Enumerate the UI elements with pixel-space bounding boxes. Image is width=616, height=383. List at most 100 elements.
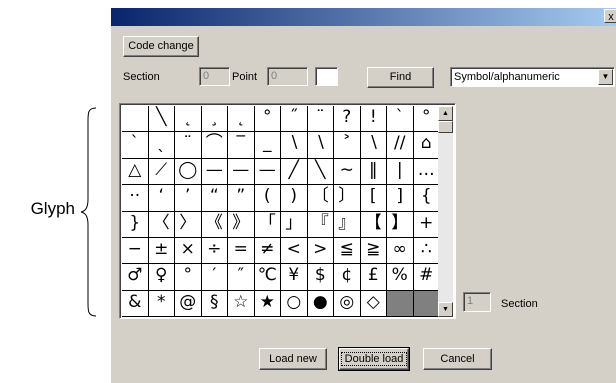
glyph-cell[interactable]: #: [413, 264, 440, 291]
glyph-cell[interactable]: >: [307, 237, 334, 265]
glyph-cell[interactable]: ∴: [413, 237, 440, 265]
glyph-cell[interactable]: 「: [254, 211, 281, 238]
glyph-cell[interactable]: °: [413, 106, 440, 133]
glyph-cell[interactable]: ˋ: [122, 132, 149, 159]
glyph-cell[interactable]: [122, 106, 149, 133]
glyph-cell[interactable]: £: [360, 264, 387, 291]
glyph-cell[interactable]: 》: [228, 211, 255, 238]
glyph-scrollbar[interactable]: ▲ ▼: [438, 106, 453, 317]
scroll-up-icon[interactable]: ▲: [438, 106, 453, 121]
glyph-cell[interactable]: ◯: [175, 158, 202, 186]
glyph-cell[interactable]: 〔: [307, 185, 334, 212]
glyph-cell[interactable]: _: [254, 132, 281, 159]
glyph-cell[interactable]: &: [122, 290, 149, 317]
cancel-button[interactable]: Cancel: [423, 348, 492, 370]
glyph-cell[interactable]: 〈: [148, 211, 175, 238]
glyph-cell[interactable]: $: [307, 264, 334, 291]
point-field[interactable]: 0: [267, 67, 308, 86]
glyph-cell[interactable]: °: [254, 106, 281, 133]
glyph-cell[interactable]: ]: [387, 185, 414, 212]
page-field[interactable]: 1: [463, 292, 491, 312]
glyph-cell[interactable]: ¸: [201, 106, 228, 133]
glyph-cell[interactable]: —: [254, 158, 281, 186]
glyph-cell[interactable]: ˃: [334, 132, 361, 159]
glyph-cell[interactable]: ): [281, 185, 308, 212]
glyph-cell[interactable]: ¢: [334, 264, 361, 291]
glyph-cell[interactable]: 】: [387, 211, 414, 238]
glyph-cell[interactable]: ′: [201, 264, 228, 291]
glyph-cell[interactable]: |: [387, 158, 414, 186]
glyph-cell[interactable]: 」: [281, 211, 308, 238]
glyph-cell[interactable]: }: [122, 211, 149, 238]
glyph-cell[interactable]: 《: [201, 211, 228, 238]
glyph-cell[interactable]: ?: [334, 106, 361, 133]
glyph-cell[interactable]: ∖: [307, 132, 334, 159]
find-button[interactable]: Find: [367, 67, 434, 88]
glyph-cell[interactable]: 『: [307, 211, 334, 238]
glyph-cell[interactable]: °: [175, 264, 202, 291]
glyph-cell[interactable]: ¥: [281, 264, 308, 291]
glyph-cell[interactable]: ●: [307, 290, 334, 317]
glyph-cell[interactable]: ℃: [254, 264, 281, 291]
glyph-cell[interactable]: ”: [228, 185, 255, 212]
glyph-cell[interactable]: %: [387, 264, 414, 291]
glyph-cell[interactable]: §: [201, 290, 228, 317]
glyph-cell[interactable]: !: [360, 106, 387, 133]
glyph-cell[interactable]: ╱: [281, 158, 308, 186]
scroll-thumb[interactable]: [438, 121, 453, 133]
glyph-cell[interactable]: ∞: [387, 237, 414, 265]
glyph-cell[interactable]: ‖: [360, 158, 387, 186]
glyph-cell[interactable]: ˋ: [387, 106, 414, 133]
glyph-cell[interactable]: ≦: [334, 237, 361, 265]
glyph-cell[interactable]: ⌂: [413, 132, 440, 159]
glyph-cell[interactable]: {: [413, 185, 440, 212]
glyph-cell[interactable]: ∖: [281, 132, 308, 159]
glyph-cell[interactable]: ±: [148, 237, 175, 265]
glyph-cell[interactable]: @: [175, 290, 202, 317]
load-new-button[interactable]: Load new: [259, 348, 327, 370]
glyph-cell[interactable]: ♂: [122, 264, 149, 291]
close-button[interactable]: x: [604, 9, 616, 23]
glyph-cell[interactable]: =: [228, 237, 255, 265]
glyph-cell[interactable]: ☆: [228, 290, 255, 317]
glyph-cell[interactable]: (: [254, 185, 281, 212]
glyph-cell[interactable]: ˝: [281, 106, 308, 133]
glyph-cell[interactable]: ◎: [334, 290, 361, 317]
glyph-cell[interactable]: ¨: [307, 106, 334, 133]
glyph-cell[interactable]: 〉: [175, 211, 202, 238]
code-change-button[interactable]: Code change: [123, 36, 199, 57]
glyph-cell[interactable]: −: [122, 237, 149, 265]
glyph-cell[interactable]: [413, 290, 440, 317]
glyph-cell[interactable]: ‾: [228, 132, 255, 159]
scroll-down-icon[interactable]: ▼: [438, 302, 453, 317]
glyph-cell[interactable]: …: [413, 158, 440, 186]
glyph-cell[interactable]: ˛: [175, 106, 202, 133]
glyph-cell[interactable]: <: [281, 237, 308, 265]
glyph-cell[interactable]: ╲: [148, 106, 175, 133]
glyph-cell[interactable]: ˛: [228, 106, 255, 133]
glyph-cell[interactable]: 』: [334, 211, 361, 238]
glyph-cell[interactable]: ◇: [360, 290, 387, 317]
glyph-cell[interactable]: △: [122, 158, 149, 186]
glyph-cell[interactable]: ″: [228, 264, 255, 291]
glyph-cell[interactable]: ÷: [201, 237, 228, 265]
glyph-cell[interactable]: “: [201, 185, 228, 212]
glyph-cell[interactable]: ≠: [254, 237, 281, 265]
glyph-cell[interactable]: ╲: [307, 158, 334, 186]
glyph-cell[interactable]: ○: [281, 290, 308, 317]
glyph-cell[interactable]: 【: [360, 211, 387, 238]
glyph-cell[interactable]: ♀: [148, 264, 175, 291]
charset-select[interactable]: Symbol/alphanumeric ▼: [450, 67, 615, 87]
glyph-cell[interactable]: ×: [175, 237, 202, 265]
glyph-cell[interactable]: ¨: [175, 132, 202, 159]
glyph-cell[interactable]: ··: [122, 185, 149, 212]
glyph-cell[interactable]: ’: [175, 185, 202, 212]
section-field[interactable]: 0: [199, 67, 230, 86]
glyph-cell[interactable]: ˎ: [148, 132, 175, 159]
glyph-cell[interactable]: [387, 290, 414, 317]
glyph-cell[interactable]: *: [148, 290, 175, 317]
glyph-cell[interactable]: ∖: [360, 132, 387, 159]
glyph-cell[interactable]: [: [360, 185, 387, 212]
chevron-down-icon[interactable]: ▼: [598, 69, 613, 85]
glyph-cell[interactable]: ∼: [334, 158, 361, 186]
